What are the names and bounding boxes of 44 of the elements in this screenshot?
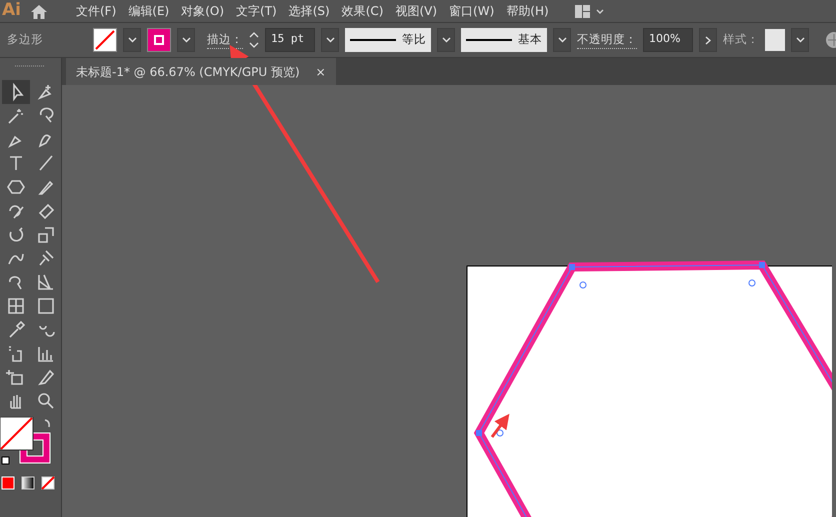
stroke-line-icon xyxy=(466,38,512,42)
home-icon[interactable] xyxy=(30,2,48,20)
stroke-swatch[interactable] xyxy=(147,28,171,52)
menu-item[interactable]: 窗口(W) xyxy=(443,2,500,20)
document-tab[interactable]: 未标题-1* @ 66.67% (CMYK/GPU 预览) × xyxy=(66,58,336,85)
spinner-icon[interactable] xyxy=(249,30,259,50)
fill-swatch[interactable] xyxy=(93,28,117,52)
menu-item[interactable]: 效果(C) xyxy=(336,2,390,20)
caret-icon xyxy=(326,37,334,43)
app-logo: Ai xyxy=(1,0,22,22)
dropdown-button[interactable] xyxy=(791,28,809,52)
dropdown-button[interactable] xyxy=(437,28,455,52)
style-swatch[interactable] xyxy=(765,29,785,51)
document-title: 未标题-1* @ 66.67% (CMYK/GPU 预览) xyxy=(76,64,300,80)
profile-dropdown[interactable]: 等比 xyxy=(345,28,431,52)
brush-dropdown[interactable]: 基本 xyxy=(461,28,547,52)
dropdown-button[interactable] xyxy=(321,28,339,52)
menu-item[interactable]: 帮助(H) xyxy=(500,2,555,20)
opacity-label: 不透明度： xyxy=(577,30,637,50)
opacity-field[interactable]: 100% xyxy=(643,28,693,52)
chevron-right-icon[interactable] xyxy=(699,28,717,52)
menu-item[interactable]: 选择(S) xyxy=(282,2,336,20)
caret-icon xyxy=(558,37,566,43)
dropdown-button[interactable] xyxy=(553,28,571,52)
caret-icon xyxy=(182,37,190,43)
menu-item[interactable]: 对象(O) xyxy=(175,2,230,20)
stroke-weight-field[interactable]: 15 pt xyxy=(265,28,315,52)
selection-tool-icon[interactable] xyxy=(2,80,30,104)
caret-icon xyxy=(442,37,450,43)
workspace-icon[interactable] xyxy=(574,2,605,20)
stroke-line-icon xyxy=(350,38,396,42)
style-label: 样式： xyxy=(723,31,759,48)
selection-type-label: 多边形 xyxy=(7,31,44,48)
menu-item[interactable]: 视图(V) xyxy=(389,2,444,20)
annotation-arrow xyxy=(490,414,510,438)
dropdown-button[interactable] xyxy=(123,28,141,52)
menu-item[interactable]: 文字(T) xyxy=(230,2,283,20)
stroke-label: 描边： xyxy=(207,30,243,50)
caret-icon xyxy=(796,37,804,43)
dropdown-button[interactable] xyxy=(177,28,195,52)
menu-item[interactable]: 编辑(E) xyxy=(122,2,176,20)
caret-icon xyxy=(128,37,136,43)
menu-item[interactable]: 文件(F) xyxy=(70,2,122,20)
close-icon[interactable]: × xyxy=(316,62,326,80)
